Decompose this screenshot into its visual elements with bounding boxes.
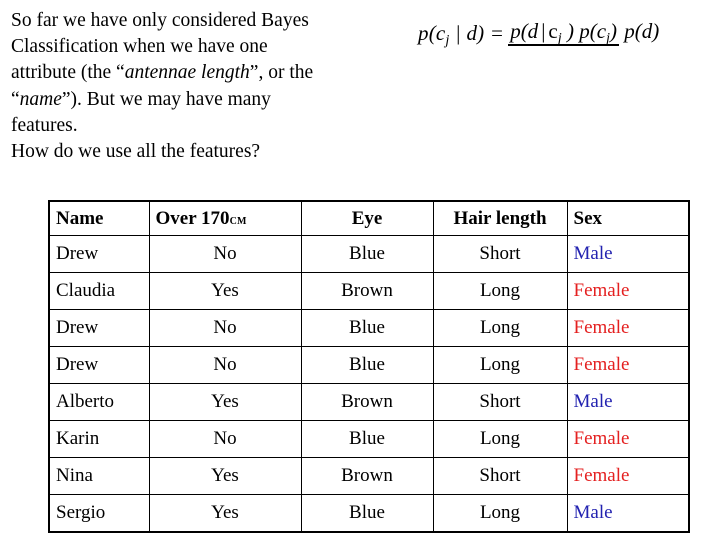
cell-hair-length: Short <box>432 457 568 495</box>
intro-line-6-question: How do we use all the features? <box>11 141 261 163</box>
formula-lhs-p: p(c <box>418 21 446 45</box>
intro-line-4-post: ”). But we may have many <box>61 88 271 110</box>
formula-row: p(cj | d) = p(d | cj ) p(cj) p(d) <box>418 19 710 49</box>
cell-name: Karin <box>48 420 150 458</box>
cell-eye: Brown <box>300 272 434 310</box>
intro-line-4-pre: “ <box>11 88 20 110</box>
intro-term-antennae-length: antennae length <box>124 62 250 84</box>
formula-fraction: p(d | cj ) p(cj) p(d) <box>508 19 663 47</box>
cell-sex: Female <box>566 420 690 458</box>
table-row: Alberto Yes Brown Short Male <box>48 383 690 421</box>
intro-line-3-post: ”, or the <box>249 62 314 84</box>
formula-denominator: p(d) <box>624 19 660 43</box>
cell-name: Drew <box>48 346 150 384</box>
formula-left-hand-side: p(cj | d) = <box>418 20 504 49</box>
cell-hair-length: Short <box>432 383 568 421</box>
intro-line-3-pre: attribute (the “ <box>11 62 125 84</box>
cell-eye: Blue <box>300 420 434 458</box>
cell-name: Alberto <box>48 383 150 421</box>
column-header-eye: Eye <box>300 200 434 236</box>
formula-lhs-tail: | d) = <box>449 21 505 45</box>
cell-eye: Brown <box>300 383 434 421</box>
intro-line-1: So far we have only considered Bayes <box>11 10 309 31</box>
column-header-over-170cm: Over 170cm <box>148 200 302 236</box>
table-row: Nina Yes Brown Short Female <box>48 457 690 495</box>
bayes-theorem-formula: p(cj | d) = p(d | cj ) p(cj) p(d) <box>418 19 710 49</box>
cell-name: Drew <box>48 235 150 273</box>
cell-sex: Male <box>566 494 690 533</box>
cell-eye: Brown <box>300 457 434 495</box>
cell-over-170cm: No <box>148 235 302 273</box>
cell-name: Nina <box>48 457 150 495</box>
cell-over-170cm: Yes <box>148 272 302 310</box>
intro-line-2: Classification when we have one <box>11 36 268 58</box>
cell-eye: Blue <box>300 235 434 273</box>
cell-eye: Blue <box>300 494 434 533</box>
slide-top-area: So far we have only considered Bayes Cla… <box>0 0 720 190</box>
cell-over-170cm: No <box>148 309 302 347</box>
cell-name: Sergio <box>48 494 150 533</box>
cell-sex: Female <box>566 457 690 495</box>
cell-name: Claudia <box>48 272 150 310</box>
cell-over-170cm: Yes <box>148 494 302 533</box>
feature-data-table: Name Over 170cm Eye Hair length Sex Drew… <box>48 200 690 533</box>
cell-sex: Male <box>566 235 690 273</box>
column-header-over-unit: cm <box>229 211 247 227</box>
cell-eye: Blue <box>300 309 434 347</box>
table-row: Claudia Yes Brown Long Female <box>48 272 690 310</box>
table-row: Drew No Blue Short Male <box>48 235 690 273</box>
cell-hair-length: Short <box>432 235 568 273</box>
table-row: Karin No Blue Long Female <box>48 420 690 458</box>
cell-name: Drew <box>48 309 150 347</box>
table-row: Drew No Blue Long Female <box>48 346 690 384</box>
cell-over-170cm: No <box>148 420 302 458</box>
column-header-over-main: Over 170 <box>155 207 230 229</box>
cell-sex: Female <box>566 309 690 347</box>
table-row: Sergio Yes Blue Long Male <box>48 494 690 533</box>
cell-eye: Blue <box>300 346 434 384</box>
formula-num-prior-close: ) <box>610 19 617 43</box>
cell-hair-length: Long <box>432 309 568 347</box>
formula-conditional-bar: | <box>541 19 546 43</box>
column-header-hair-length: Hair length <box>432 200 568 236</box>
table-header-row: Name Over 170cm Eye Hair length Sex <box>48 200 690 236</box>
column-header-name: Name <box>48 200 150 236</box>
cell-hair-length: Long <box>432 494 568 533</box>
table-body: Drew No Blue Short Male Claudia Yes Brown Long Fe… <box>48 235 690 533</box>
cell-sex: Female <box>566 272 690 310</box>
cell-over-170cm: No <box>148 346 302 384</box>
cell-over-170cm: Yes <box>148 457 302 495</box>
intro-term-name: name <box>19 88 62 110</box>
formula-num-likelihood: p(d <box>510 19 539 43</box>
cell-hair-length: Long <box>432 346 568 384</box>
cell-over-170cm: Yes <box>148 383 302 421</box>
formula-num-prior: p(c <box>579 19 607 43</box>
cell-sex: Male <box>566 383 690 421</box>
column-header-sex: Sex <box>566 200 690 236</box>
formula-num-close-paren: ) <box>561 19 580 43</box>
formula-numerator: p(d | cj ) p(cj) <box>508 19 619 46</box>
cell-hair-length: Long <box>432 272 568 310</box>
formula-num-class-c: c <box>548 19 558 43</box>
cell-hair-length: Long <box>432 420 568 458</box>
intro-line-5: features. <box>11 114 78 136</box>
intro-paragraph: So far we have only considered Bayes Cla… <box>11 8 403 165</box>
cell-sex: Female <box>566 346 690 384</box>
table-row: Drew No Blue Long Female <box>48 309 690 347</box>
